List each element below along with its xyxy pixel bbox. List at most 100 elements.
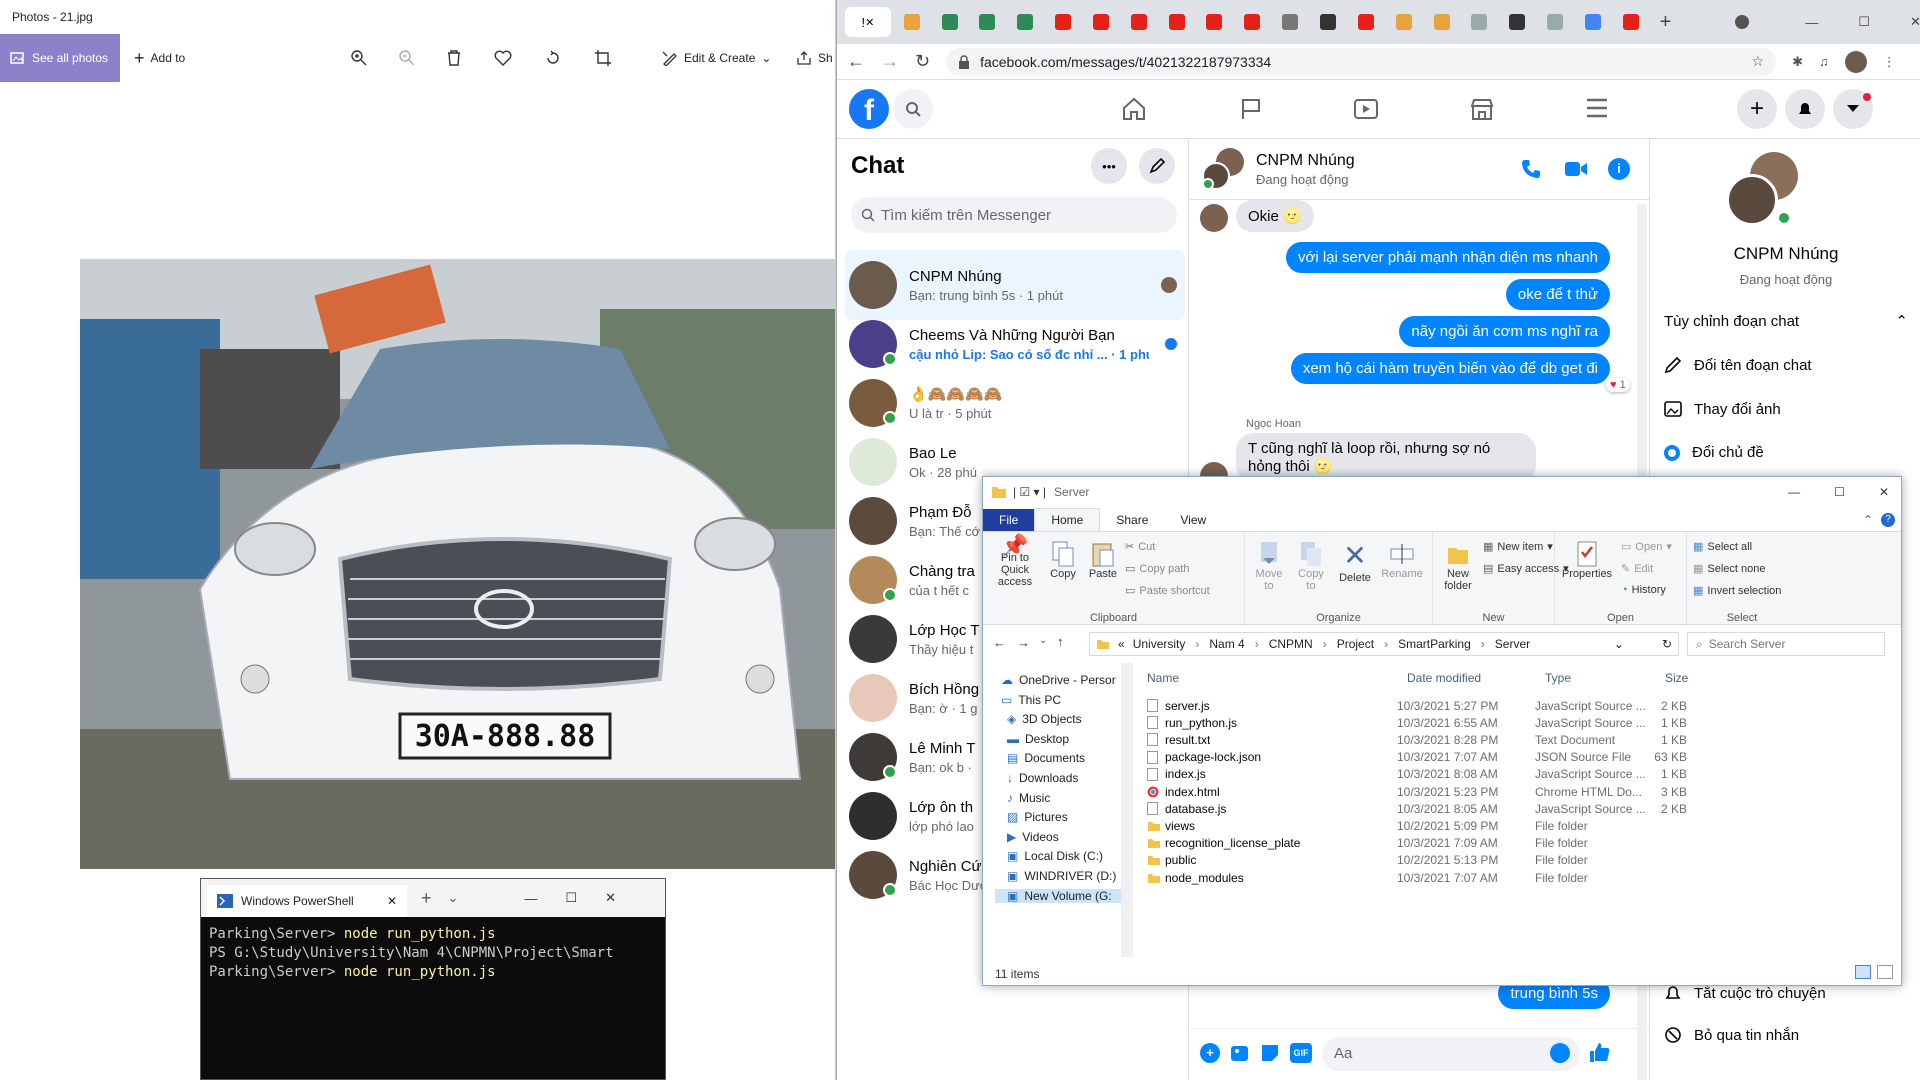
powershell-tab[interactable]: Windows PowerShell ✕	[207, 885, 407, 917]
details-view-icon[interactable]	[1855, 965, 1871, 979]
facebook-logo-icon[interactable]: f	[849, 89, 889, 129]
new-item-button[interactable]: ▦ New item ▾	[1483, 540, 1553, 554]
maximize-icon[interactable]: ☐	[565, 890, 577, 906]
rename-chat-option[interactable]: Đổi tên đoạn chat	[1664, 356, 1812, 374]
invert-selection-button[interactable]: ▦ Invert selection	[1693, 584, 1781, 598]
browser-tab[interactable]	[1198, 7, 1232, 37]
chevron-down-icon[interactable]: ⌄	[448, 890, 459, 906]
zoom-in-icon[interactable]	[350, 49, 368, 67]
tab-view[interactable]: View	[1164, 509, 1222, 531]
add-to-button[interactable]: + Add to	[134, 48, 185, 69]
bookmark-star-icon[interactable]: ☆	[1752, 53, 1765, 70]
minimize-icon[interactable]: —	[524, 891, 537, 906]
close-icon[interactable]: ✕	[605, 890, 616, 906]
browser-tab[interactable]	[1122, 7, 1156, 37]
menu-hamburger-icon[interactable]	[1585, 97, 1609, 119]
tab-file[interactable]: File	[983, 509, 1035, 531]
conversation-title[interactable]: CNPM Nhúng	[1256, 152, 1355, 170]
paste-button[interactable]: Paste	[1085, 540, 1121, 580]
maximize-icon[interactable]: ☐	[1858, 14, 1870, 30]
profile-avatar[interactable]	[1844, 50, 1867, 73]
browser-tab[interactable]	[1538, 7, 1572, 37]
browser-tab[interactable]	[970, 7, 1004, 37]
refresh-icon[interactable]: ↻	[1662, 637, 1672, 651]
nav-item[interactable]: ▣ Local Disk (C:)	[1007, 849, 1103, 863]
browser-tab[interactable]	[1311, 7, 1345, 37]
like-thumb-icon[interactable]	[1588, 1041, 1610, 1063]
nav-item[interactable]: ▤ Documents	[1007, 751, 1085, 765]
browser-tab[interactable]	[1425, 7, 1459, 37]
ignore-messages-option[interactable]: Bỏ qua tin nhắn	[1664, 1026, 1799, 1044]
close-icon[interactable]: ✕	[1879, 485, 1889, 499]
copy-button[interactable]: Copy	[1045, 540, 1081, 580]
change-theme-option[interactable]: Đổi chủ đề	[1664, 444, 1764, 461]
recent-locations-icon[interactable]: ⌄	[1039, 635, 1047, 646]
message-input[interactable]: Aa	[1322, 1037, 1580, 1071]
crop-icon[interactable]	[594, 49, 612, 67]
nav-item[interactable]: ☁ OneDrive - Persor	[1001, 673, 1116, 687]
chevron-down-icon[interactable]: ⌄	[1614, 637, 1624, 651]
properties-button[interactable]: Properties	[1559, 540, 1615, 580]
nav-item[interactable]: ▨ Pictures	[1007, 810, 1068, 824]
breadcrumb-separator-icon[interactable]: ›	[1255, 637, 1259, 651]
notifications-bell-icon[interactable]	[1785, 89, 1825, 129]
browser-tab[interactable]	[1084, 7, 1118, 37]
tab-search-icon[interactable]	[1735, 15, 1750, 29]
omnibox[interactable]: facebook.com/messages/t/4021322187973334…	[946, 47, 1777, 76]
browser-tab[interactable]	[1500, 7, 1534, 37]
extensions-icon[interactable]: ✱	[1792, 54, 1803, 70]
change-photo-option[interactable]: Thay đổi ảnh	[1664, 400, 1781, 418]
breadcrumb-item[interactable]: SmartParking	[1398, 637, 1471, 651]
nav-item[interactable]: ▭ This PC	[1001, 693, 1061, 707]
browser-tab[interactable]	[1349, 7, 1383, 37]
breadcrumb-separator-icon[interactable]: ›	[1481, 637, 1485, 651]
new-tab-icon[interactable]: +	[1660, 11, 1672, 34]
nav-item[interactable]: ▣ New Volume (G:	[995, 888, 1121, 903]
message-out-1[interactable]: với lại server phải mạnh nhận diện ms nh…	[1285, 242, 1610, 273]
address-path-box[interactable]: « University › Nam 4 › CNPMN › Project › SmartPa…	[1089, 632, 1679, 656]
message-out-4[interactable]: xem hộ cái hàm truyền biến vào để db get…	[1290, 353, 1610, 384]
conversation-info-icon[interactable]: i	[1608, 158, 1630, 180]
select-none-button[interactable]: ▦ Select none	[1693, 562, 1766, 576]
cut-button[interactable]: ✂ Cut	[1125, 540, 1155, 554]
column-size[interactable]: Size	[1665, 671, 1688, 685]
breadcrumb-separator-icon[interactable]: ›	[1384, 637, 1388, 651]
photo-icon[interactable]	[1230, 1043, 1250, 1063]
back-arrow-icon[interactable]: ←	[993, 635, 1006, 650]
tab-share[interactable]: Share	[1100, 509, 1164, 531]
copy-path-button[interactable]: ▭ Copy path	[1125, 562, 1190, 576]
browser-tab[interactable]	[1387, 7, 1421, 37]
close-icon[interactable]: ✕	[1910, 14, 1920, 30]
up-arrow-icon[interactable]: ↑	[1057, 634, 1064, 649]
edit-button[interactable]: ✎ Edit	[1621, 562, 1653, 576]
quick-access-toolbar[interactable]: | ☑ ▾ |	[1013, 485, 1046, 499]
breadcrumb-item[interactable]: CNPMN	[1269, 637, 1313, 651]
history-button[interactable]: ◔ History	[1621, 584, 1666, 596]
new-tab-icon[interactable]: +	[421, 888, 432, 909]
chrome-menu-icon[interactable]: ⋮	[1883, 54, 1896, 70]
home-icon[interactable]	[1121, 97, 1147, 121]
nav-item[interactable]: ♪ Music	[1007, 791, 1050, 805]
rename-button[interactable]: Rename	[1379, 540, 1425, 580]
reload-icon[interactable]: ↻	[915, 51, 930, 72]
watch-icon[interactable]	[1353, 97, 1379, 121]
collapse-ribbon-icon[interactable]: ⌃	[1863, 513, 1873, 527]
heart-reaction[interactable]: ♥ 1	[1606, 378, 1630, 392]
message-out-2[interactable]: oke để t thử	[1505, 279, 1610, 310]
browser-tab[interactable]	[895, 7, 929, 37]
forward-arrow-icon[interactable]: →	[1017, 635, 1030, 650]
new-message-icon[interactable]	[1139, 148, 1175, 184]
nav-item[interactable]: ▶ Videos	[1007, 830, 1059, 844]
browser-tab[interactable]	[1614, 7, 1648, 37]
account-menu-icon[interactable]	[1833, 89, 1873, 129]
voice-call-icon[interactable]	[1520, 158, 1542, 180]
move-to-button[interactable]: Move to	[1251, 540, 1287, 592]
messenger-search-input[interactable]: Tìm kiếm trên Messenger	[851, 197, 1177, 233]
new-folder-button[interactable]: New folder	[1437, 540, 1479, 592]
rotate-icon[interactable]	[544, 49, 562, 67]
mute-conversation-option[interactable]: Tắt cuộc trò chuyện	[1664, 984, 1826, 1002]
tab-home[interactable]: Home	[1034, 508, 1101, 531]
back-arrow-icon[interactable]: ←	[847, 51, 865, 72]
pages-flag-icon[interactable]	[1239, 97, 1263, 121]
column-name[interactable]: Name	[1147, 671, 1179, 685]
